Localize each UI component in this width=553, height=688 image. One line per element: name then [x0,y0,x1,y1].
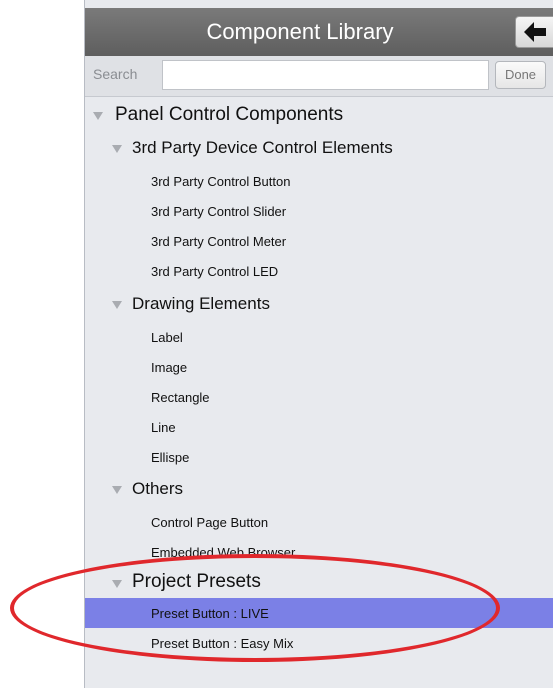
tree-item-selected[interactable]: Preset Button : LIVE [85,598,553,628]
tree-item-label: Image [151,360,188,375]
tree-item-label: Embedded Web Browser [151,545,296,560]
tree-item[interactable]: Ellispe [85,442,553,472]
tree-item-label: Panel Control Components [115,104,344,125]
tree-item-label: 3rd Party Control Meter [151,234,287,249]
tree-group-3rd-party[interactable]: 3rd Party Device Control Elements [85,133,553,163]
tree-item[interactable]: Rectangle [85,382,553,412]
disclosure-triangle-icon[interactable] [112,580,122,588]
tree-item[interactable]: Preset Button : Easy Mix [85,628,553,658]
search-input[interactable] [162,60,489,90]
search-label: Search [93,66,138,82]
tree-item-label: Label [151,330,183,345]
tree-item-label: Control Page Button [151,515,269,530]
arrow-left-icon [524,22,546,42]
tree-item-label: Ellispe [151,450,190,465]
tree-item-label: 3rd Party Control Button [151,174,291,189]
tree-item[interactable]: 3rd Party Control Meter [85,226,553,256]
tree-item-label: 3rd Party Control Slider [151,204,287,219]
title-bar: Component Library [85,8,553,57]
tree-item-label: 3rd Party Control LED [151,264,279,279]
tree-group-label: Others [132,479,184,498]
tree-group-label: Project Presets [132,571,261,592]
done-button[interactable]: Done [495,61,546,89]
tree-item[interactable]: Control Page Button [85,507,553,537]
tree-item-label: Preset Button : LIVE [151,606,269,621]
disclosure-triangle-icon[interactable] [112,145,122,153]
tree-root-panel-control-components[interactable]: Panel Control Components [85,100,553,130]
tree-item-label: Rectangle [151,390,210,405]
tree-group-others[interactable]: Others [85,474,553,504]
disclosure-triangle-icon[interactable] [93,112,103,120]
tree-group-label: 3rd Party Device Control Elements [132,138,393,157]
disclosure-triangle-icon[interactable] [112,486,122,494]
back-button[interactable] [515,16,553,48]
tree-item[interactable]: Embedded Web Browser [85,537,553,567]
tree-item[interactable]: 3rd Party Control Slider [85,196,553,226]
component-library-panel: Component Library Search Done Panel Cont… [84,0,553,688]
tree-item[interactable]: 3rd Party Control LED [85,256,553,286]
tree-item[interactable]: 3rd Party Control Button [85,166,553,196]
tree-group-label: Drawing Elements [132,294,270,313]
tree-group-project-presets[interactable]: Project Presets [85,568,553,598]
search-bar: Search Done [85,56,553,97]
tree-item[interactable]: Image [85,352,553,382]
panel-title: Component Library [206,19,394,44]
tree-item-label: Preset Button : Easy Mix [151,636,294,651]
tree-group-drawing-elements[interactable]: Drawing Elements [85,289,553,319]
tree-item[interactable]: Label [85,322,553,352]
tree-item-label: Line [151,420,176,435]
tree-item[interactable]: Line [85,412,553,442]
disclosure-triangle-icon[interactable] [112,301,122,309]
